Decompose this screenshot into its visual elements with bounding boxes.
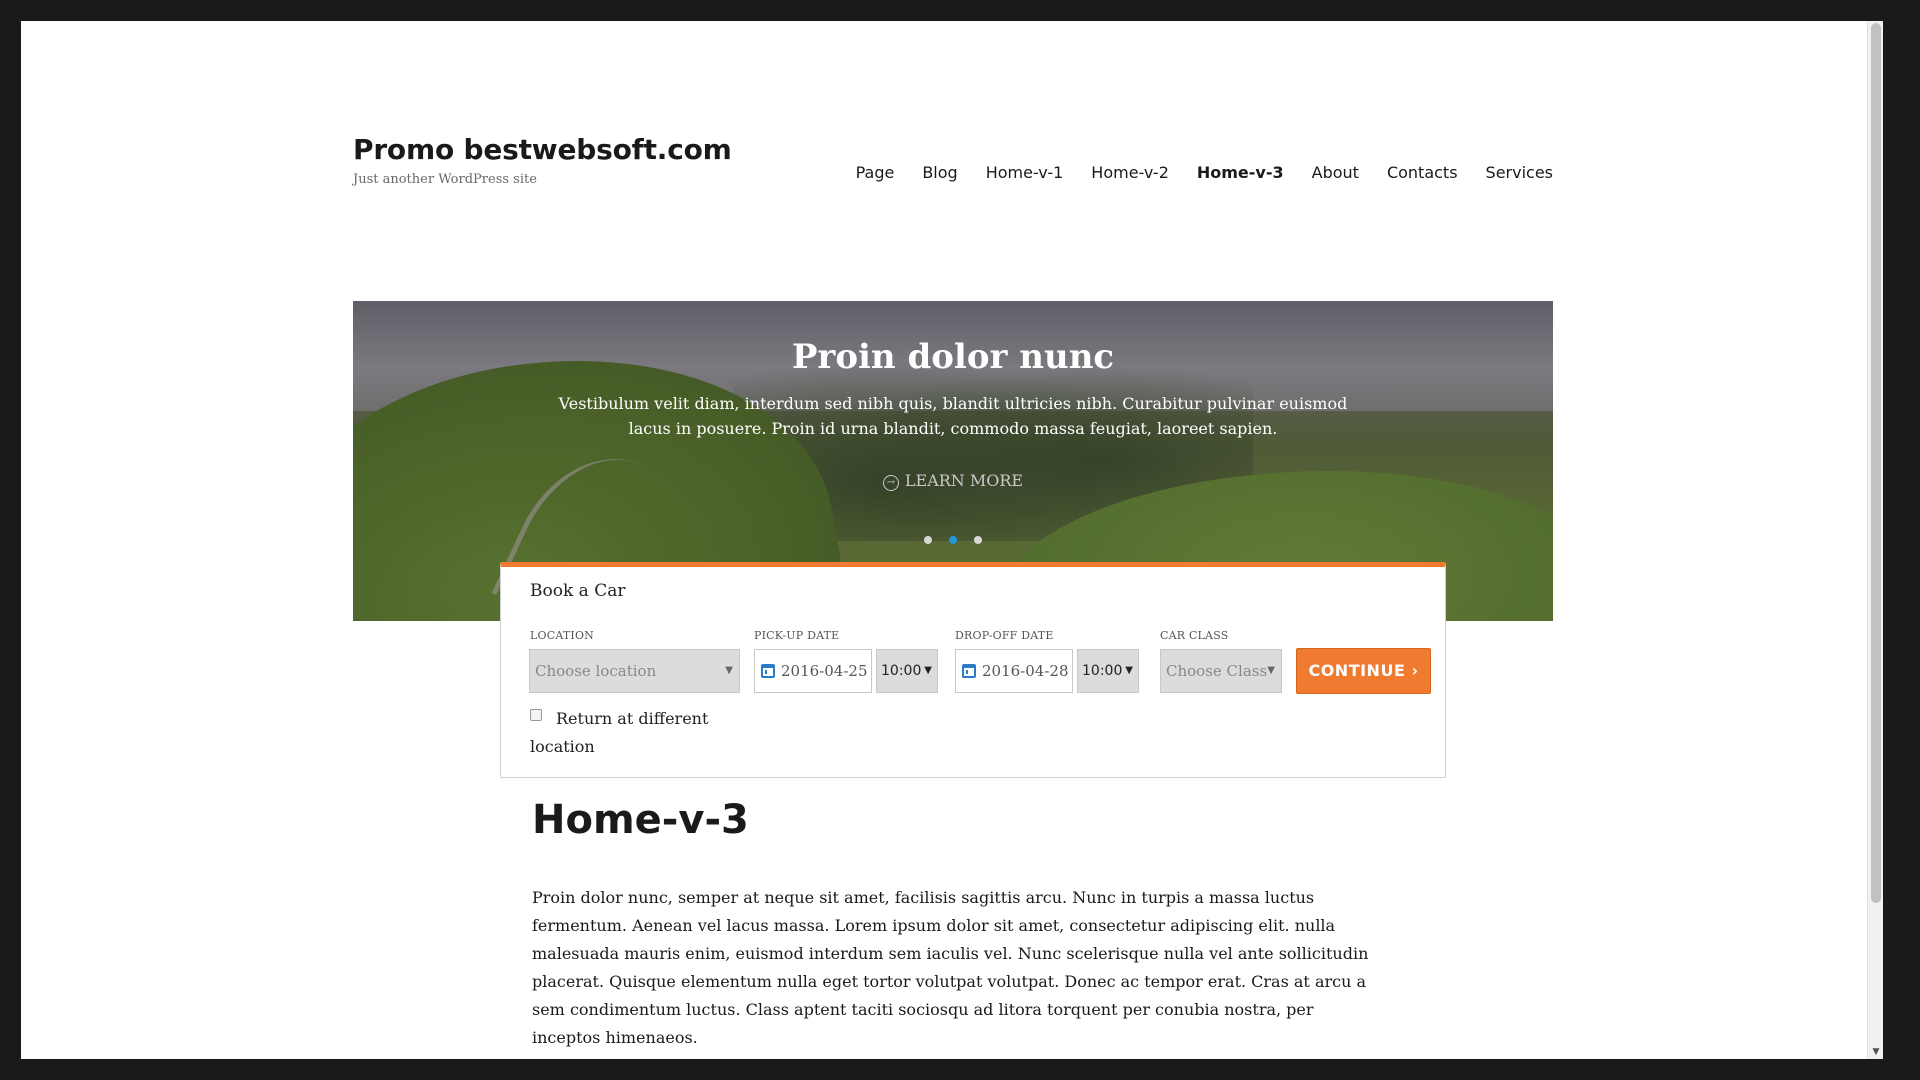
calendar-icon	[761, 664, 775, 678]
slide-title: Proin dolor nunc	[791, 337, 1115, 377]
car-class-select-value: Choose Class	[1166, 662, 1268, 680]
site-description: Just another WordPress site	[353, 172, 537, 187]
slider-pagination	[353, 529, 1553, 548]
location-select[interactable]: Choose location ▼	[529, 649, 740, 693]
nav-item-about[interactable]: About	[1284, 163, 1359, 182]
dropdown-arrow-icon: ▼	[1125, 665, 1133, 676]
page-content: Proin dolor nunc, semper at neque sit am…	[532, 888, 1369, 1047]
car-class-select[interactable]: Choose Class ▼	[1160, 649, 1282, 693]
pickup-time-value: 10:00	[881, 663, 922, 679]
dropoff-date-value: 2016-04-28	[982, 662, 1069, 680]
dropoff-time-select[interactable]: 10:00 ▼	[1077, 649, 1139, 693]
page-title: Home-v-3	[532, 797, 749, 843]
return-different-location-checkbox[interactable]	[530, 709, 542, 721]
calendar-icon	[962, 664, 976, 678]
dropdown-arrow-icon: ▼	[725, 665, 733, 676]
learn-more-link[interactable]: → LEARN MORE	[353, 471, 1553, 491]
dropdown-arrow-icon: ▼	[924, 665, 932, 676]
scrollbar-thumb[interactable]	[1871, 23, 1881, 903]
arrow-right-circle-icon: →	[882, 475, 899, 491]
dropoff-date-input[interactable]: 2016-04-28	[955, 649, 1073, 693]
slider-dot-2[interactable]	[949, 536, 957, 544]
book-a-car-form: Book a Car LOCATION Choose location ▼ PI…	[500, 562, 1446, 778]
location-label: LOCATION	[530, 629, 595, 642]
nav-item-contacts[interactable]: Contacts	[1359, 163, 1458, 182]
nav-item-blog[interactable]: Blog	[894, 163, 957, 182]
pickup-date-input[interactable]: 2016-04-25	[754, 649, 872, 693]
scroll-down-arrow-icon[interactable]: ▼	[1871, 1047, 1881, 1057]
dropoff-time-value: 10:00	[1082, 663, 1123, 679]
return-different-location-label: Return at different location	[530, 709, 709, 756]
dropoff-date-label: DROP-OFF DATE	[955, 629, 1054, 642]
pickup-date-label: PICK-UP DATE	[754, 629, 840, 642]
browser-viewport: Promo bestwebsoft.com Just another WordP…	[21, 21, 1883, 1059]
location-select-value: Choose location	[535, 662, 657, 680]
nav-item-home-v-3[interactable]: Home-v-3	[1169, 163, 1284, 182]
pickup-date-value: 2016-04-25	[781, 662, 868, 680]
slide-text: Vestibulum velit diam, interdum sed nibh…	[558, 394, 1348, 438]
learn-more-label: LEARN MORE	[904, 471, 1024, 490]
pickup-time-select[interactable]: 10:00 ▼	[876, 649, 938, 693]
site-header: Promo bestwebsoft.com Just another WordP…	[353, 133, 1553, 223]
vertical-scrollbar[interactable]: ▼	[1867, 21, 1883, 1059]
main-navigation: Page Blog Home-v-1 Home-v-2 Home-v-3 Abo…	[828, 163, 1553, 182]
dropdown-arrow-icon: ▼	[1267, 665, 1275, 676]
site-title[interactable]: Promo bestwebsoft.com	[353, 133, 732, 166]
nav-item-home-v-1[interactable]: Home-v-1	[958, 163, 1064, 182]
slider-dot-3[interactable]	[974, 536, 983, 544]
booking-title: Book a Car	[530, 581, 626, 601]
car-class-label: CAR CLASS	[1160, 629, 1229, 642]
nav-item-page[interactable]: Page	[828, 163, 895, 182]
nav-item-home-v-2[interactable]: Home-v-2	[1063, 163, 1169, 182]
continue-button[interactable]: CONTINUE ›	[1296, 648, 1431, 694]
slider-dot-1[interactable]	[923, 536, 932, 544]
nav-item-services[interactable]: Services	[1458, 163, 1553, 182]
